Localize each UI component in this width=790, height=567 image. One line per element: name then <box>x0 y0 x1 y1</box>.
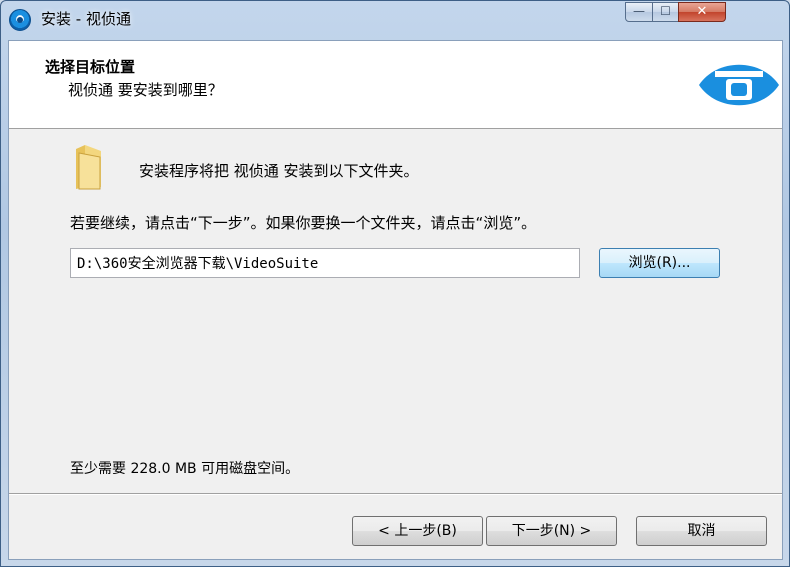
window-title: 安装 - 视侦通 <box>41 10 131 28</box>
eye-logo-icon <box>699 64 779 106</box>
app-eye-icon <box>9 9 31 31</box>
minimize-icon: — <box>633 4 645 18</box>
app-icon-pupil <box>17 17 23 23</box>
install-description: 安装程序将把 视侦通 安装到以下文件夹。 <box>139 162 419 180</box>
wizard-header: 选择目标位置 视侦通 要安装到哪里？ <box>9 41 782 129</box>
disk-space-requirement: 至少需要 228.0 MB 可用磁盘空间。 <box>70 461 300 477</box>
back-button[interactable]: < 上一步(B) <box>352 516 483 546</box>
page-title: 选择目标位置 <box>45 58 136 76</box>
next-button[interactable]: 下一步(N) > <box>486 516 617 546</box>
footer-divider <box>9 493 782 495</box>
minimize-button[interactable]: — <box>625 2 653 22</box>
close-button[interactable]: ✕ <box>678 2 726 22</box>
close-icon: ✕ <box>696 4 708 19</box>
install-path-input[interactable] <box>70 248 580 278</box>
maximize-icon: ☐ <box>660 4 671 18</box>
install-instruction: 若要继续，请点击“下一步”。如果你要换一个文件夹，请点击“浏览”。 <box>70 214 537 232</box>
cancel-button[interactable]: 取消 <box>636 516 767 546</box>
installer-window: 安装 - 视侦通 — ☐ ✕ 选择目标位置 视侦通 要安装到哪里？ 安装程序将把… <box>0 0 790 567</box>
wizard-client-area: 选择目标位置 视侦通 要安装到哪里？ 安装程序将把 视侦通 安装到以下文件夹。 … <box>8 40 783 560</box>
browse-button[interactable]: 浏览(R)... <box>599 248 720 278</box>
page-subtitle: 视侦通 要安装到哪里？ <box>68 81 223 99</box>
folder-icon <box>76 145 101 190</box>
title-bar[interactable]: 安装 - 视侦通 — ☐ ✕ <box>1 1 789 37</box>
maximize-button[interactable]: ☐ <box>652 2 679 22</box>
